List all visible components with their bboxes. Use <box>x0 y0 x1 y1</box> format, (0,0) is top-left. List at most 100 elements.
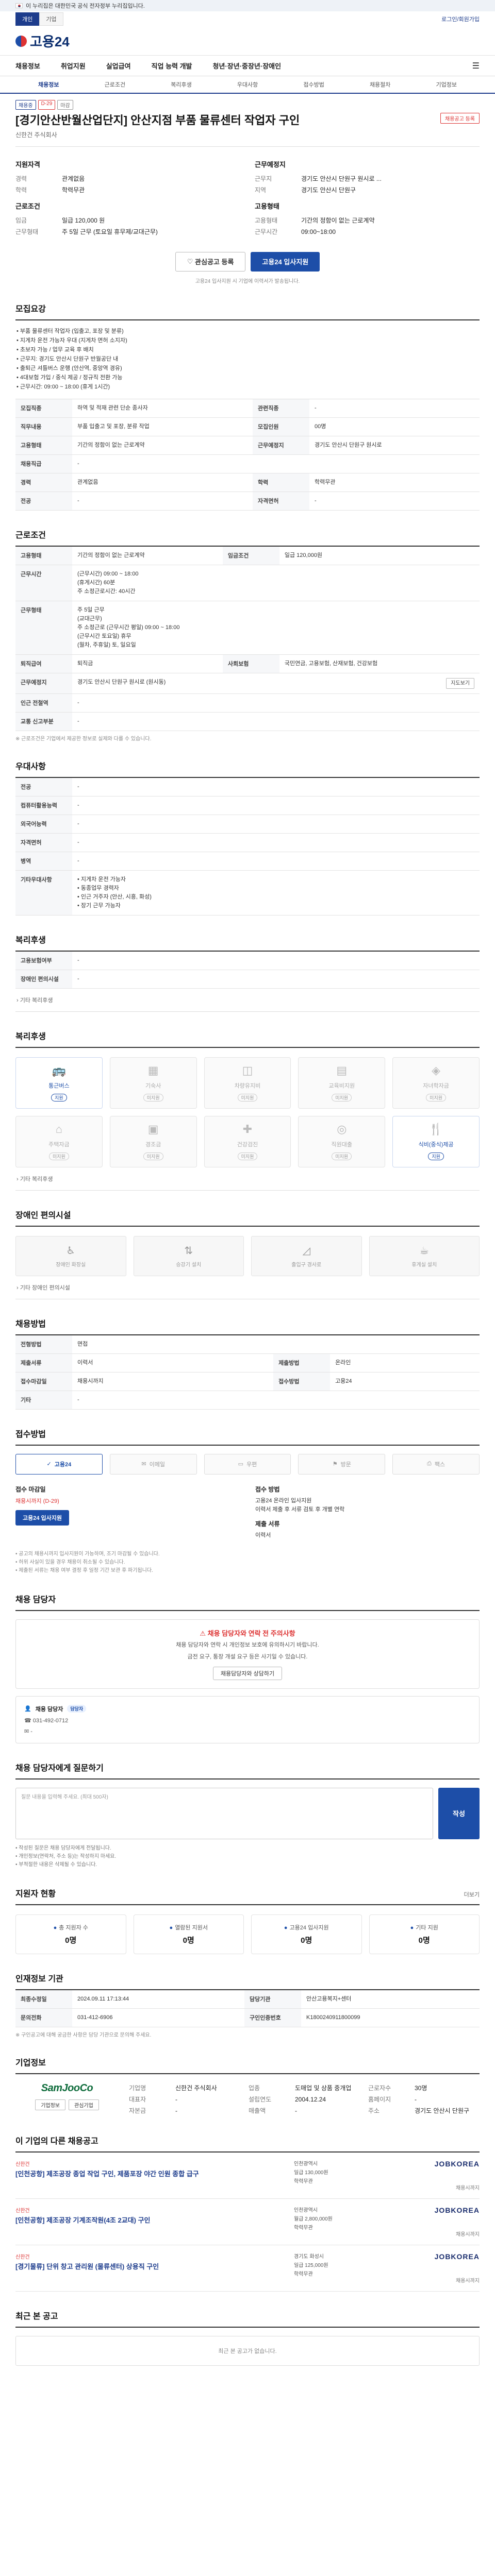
field-value: 신한건 주식회사 <box>175 2084 217 2092</box>
table-cell: - <box>72 1391 480 1410</box>
agency-table: 최종수정일 2024.09.11 17:13:44 담당기관 안산고용복지+센터 문의… <box>15 1990 480 2027</box>
post-title[interactable]: [경기물류] 단위 창고 관리원 (물류센터) 상용직 구인 <box>15 2262 294 2271</box>
stat-value: 0명 <box>418 1936 430 1945</box>
recruit-method-section: 채용방법 전형방법 면접 제출서류 이력서 제출방법 온라인 접수마감일 채용시까지 접수방… <box>15 1317 480 1410</box>
post-title[interactable]: [인천공항] 제조공장 기계조작원(4조 2교대) 구인 <box>15 2216 294 2225</box>
apply-right: 접수 방법 고용24 온라인 입사지원 이력서 제출 후 서류 검토 후 개별 … <box>255 1485 480 1540</box>
tab-personal[interactable]: 개인 <box>15 12 40 26</box>
table-header: 제출방법 <box>273 1353 331 1372</box>
benefit-status: 미지원 <box>332 1153 352 1161</box>
facility-label: 승강기 설치 <box>176 1262 202 1268</box>
more-link[interactable]: 더보기 <box>464 1890 480 1899</box>
map-button[interactable]: 지도보기 <box>446 677 474 689</box>
nav-youth[interactable]: 청년·장년·중장년·장애인 <box>213 61 282 71</box>
summary-key: 근무지 <box>255 175 272 182</box>
table-cell: - <box>309 399 480 418</box>
benefit-status: 미지원 <box>332 1094 352 1102</box>
company-field: 기업명 신한건 주식회사 <box>129 2082 240 2094</box>
apply-button[interactable]: 고용24 입사지원 <box>251 251 320 272</box>
table-header: 근무예정지 <box>253 436 310 455</box>
summary-item: 임금 일급 120,000 원 <box>15 215 240 226</box>
table-row: 전공 - 자격면허 - <box>15 492 480 511</box>
method-chip: ⎙ 팩스 <box>392 1453 480 1475</box>
contact-badge: 담당자 <box>67 1705 87 1713</box>
phone-text[interactable]: 031-492-0712 <box>33 1718 69 1724</box>
table-header: 모집인원 <box>253 417 310 436</box>
login-link[interactable]: 로그인/회원가입 <box>441 15 480 23</box>
method-label: 우편 <box>246 1461 257 1468</box>
gift-icon: ▣ <box>147 1123 159 1136</box>
tab-company[interactable]: 기업 <box>39 12 63 26</box>
favorite-company-button[interactable]: 관심기업 <box>69 2099 99 2110</box>
tab-process[interactable]: 채용절차 <box>347 76 414 93</box>
table-cell: - <box>309 492 480 511</box>
summary-key: 임금 <box>15 216 27 224</box>
table-cell: - <box>72 693 480 713</box>
table-cell: 경기도 안산시 단원구 원시로 <box>309 436 480 455</box>
main-nav: 채용정보 취업지원 실업급여 직업 능력 개발 청년·장년·중장년·장애인 ☰ <box>0 56 495 76</box>
title-row: [경기안산반월산업단지] 안산지점 부품 물류센터 작업자 구인 채용공고 등록 <box>15 113 480 128</box>
question-notes: • 작성된 질문은 채용 담당자에게 전달됩니다. • 개인정보(연락처, 주소… <box>15 1845 117 1868</box>
preferred-table: 전공 - 컴퓨터활용능력 - 외국어능력 - 자격면허 - 병역 - 기타우대사항 • 지게… <box>15 777 480 916</box>
contact-who: 👤 채용 담당자 담당자 <box>24 1705 471 1713</box>
book-icon: ▤ <box>336 1064 348 1077</box>
nav-employment-support[interactable]: 취업지원 <box>61 61 86 71</box>
menu-icon[interactable]: ☰ <box>472 61 480 71</box>
recent-section: 최근 본 공고 최근 본 공고가 없습니다. <box>15 2309 480 2366</box>
apply-button-2[interactable]: 고용24 입사지원 <box>15 1510 70 1526</box>
tab-company[interactable]: 기업정보 <box>413 76 480 93</box>
logo[interactable]: 고용24 <box>15 31 70 50</box>
tab-welfare[interactable]: 복리후생 <box>148 76 214 93</box>
question-submit-button[interactable]: 작성 <box>438 1787 480 1839</box>
nav-training[interactable]: 직업 능력 개발 <box>152 61 192 71</box>
table-row: 컴퓨터활용능력 - <box>15 796 480 815</box>
benefit-status: 미지원 <box>237 1094 258 1102</box>
question-input[interactable]: 질문 내용을 입력해 주세요. (최대 500자) <box>15 1787 433 1839</box>
tab-recruit[interactable]: 채용정보 <box>15 76 82 93</box>
post-title[interactable]: [인천공항] 제조공장 종업 작업 구인, 제품포장 야간 인원 종합 급구 <box>15 2170 294 2178</box>
post-meta: 경기도 화성시 일급 125,000원 학력무관 <box>294 2252 397 2279</box>
table-cell: 이력서 <box>72 1353 274 1372</box>
nav-unemployment[interactable]: 실업급여 <box>106 61 131 71</box>
post-company: 신한건 <box>15 2161 30 2167</box>
post-company: 신한건 <box>15 2208 30 2214</box>
section-title-text: 접수방법 <box>15 1430 46 1439</box>
tab-preferred[interactable]: 우대사항 <box>214 76 281 93</box>
section-title: 우대사항 <box>15 759 480 778</box>
table-row: 고용형태 기간의 정함이 없는 근로계약 근무예정지 경기도 안산시 단원구 원시로 <box>15 436 480 455</box>
house-icon: ⌂ <box>55 1123 63 1136</box>
field-key: 매출액 <box>249 2107 266 2114</box>
related-section: 이 기업의 다른 채용공고 신한건 [인천공항] 제조공장 종업 작업 구인, 제… <box>15 2134 480 2292</box>
stat-label-text: 총 지원자 수 <box>59 1924 88 1931</box>
table-row: 직무내용 부품 입출고 및 포장, 분류 작업 모집인원 00명 <box>15 417 480 436</box>
method-table: 전형방법 면접 제출서류 이력서 제출방법 온라인 접수마감일 채용시까지 접수방법 고용24… <box>15 1335 480 1410</box>
summary-key: 근무형태 <box>15 228 39 235</box>
scrap-button[interactable]: ♡ 관심공고 등록 <box>175 251 246 272</box>
tab-conditions[interactable]: 근로조건 <box>82 76 148 93</box>
post-logo: JOBKOREA 채용시까지 <box>397 2252 480 2284</box>
apply-section: 접수방법 ✓ 고용24 ✉ 이메일 ▭ 우편 ⚑ 방문 ⎙ 팩스 접수 마감일 채용시까지… <box>15 1427 480 1575</box>
post-deadline: 채용시까지 <box>456 2185 480 2191</box>
post-location: 인천광역시 <box>294 2207 318 2213</box>
company-logo: SamJooCo <box>41 2082 93 2094</box>
agency-section: 인재정보 기관 최종수정일 2024.09.11 17:13:44 담당기관 안산고용… <box>15 1972 480 2038</box>
facility-label: 장애인 화장실 <box>56 1262 86 1268</box>
table-row: 제출서류 이력서 제출방법 온라인 <box>15 1353 480 1372</box>
register-button[interactable]: 채용공고 등록 <box>440 113 480 124</box>
table-cell: - <box>72 951 480 970</box>
summary-value: 경기도 안산시 단원구 <box>301 186 356 194</box>
nav-jobs[interactable]: 채용정보 <box>15 61 40 71</box>
apply-deadline: 채용시까지 (D-29) <box>15 1498 59 1504</box>
table-row: 문의전화 031-412-6906 구인인증번호 K1800240911800099 <box>15 2008 480 2027</box>
list-item[interactable]: 신한건 [인천공항] 제조공장 기계조작원(4조 2교대) 구인 인천광역시 월급 … <box>15 2199 480 2245</box>
benefit-card: 🚌 통근버스 지원 <box>15 1057 103 1109</box>
tab-apply[interactable]: 접수방법 <box>280 76 347 93</box>
list-item[interactable]: 신한건 [인천공항] 제조공장 종업 작업 구인, 제품포장 야간 인원 종합 급… <box>15 2153 480 2199</box>
preferred-section: 우대사항 전공 - 컴퓨터활용능력 - 외국어능력 - 자격면허 - 병역 - 기타우대사… <box>15 759 480 916</box>
table-header: 경력 <box>15 473 72 492</box>
list-item[interactable]: 신한건 [경기물류] 단위 창고 관리원 (물류센터) 상용직 구인 경기도 화성… <box>15 2245 480 2292</box>
company-name[interactable]: 신한건 주식회사 <box>15 130 480 139</box>
section-title: 채용방법 <box>15 1317 480 1335</box>
company-info-button[interactable]: 기업정보 <box>35 2099 65 2110</box>
counsel-button[interactable]: 채용담당자와 상담하기 <box>212 1666 283 1680</box>
